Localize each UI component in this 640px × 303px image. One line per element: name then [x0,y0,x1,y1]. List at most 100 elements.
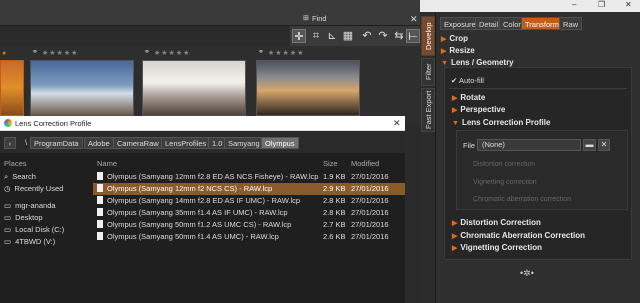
section-crop[interactable]: ▶ Crop [441,34,468,43]
file-row[interactable]: Olympus (Samyang 12mm f2.8 ED AS NCS Fis… [93,171,405,183]
auto-fill-checkbox[interactable]: ✔ Auto-fill [451,76,484,85]
thumbnail-image[interactable] [256,60,360,116]
panel-tabs: Exposure Detail Color Transform Raw [436,14,640,30]
tab-raw[interactable]: Raw [559,17,583,30]
rating-stars[interactable]: ★★★★★ [42,49,78,57]
section-chromatic-aberration-correction[interactable]: ▶ Chromatic Aberration Correction [452,231,585,240]
maximize-button[interactable]: ❐ [598,0,605,10]
column-modified[interactable]: Modified [351,158,379,170]
tab-develop[interactable]: Develop [421,16,435,56]
breadcrumb-samyang[interactable]: Samyang [224,137,264,149]
file-icon [97,184,103,192]
chromatic-correction-option[interactable]: Chromatic aberration correction [473,196,571,203]
minimize-button[interactable]: – [572,0,576,10]
file-row[interactable]: Olympus (Samyang 35mm f1.4 AS IF UMC) - … [93,207,405,219]
top-bar [0,0,420,26]
breadcrumb-root[interactable]: \ [22,137,30,149]
section-lens-geometry[interactable]: ▼ Lens / Geometry [441,58,514,67]
straighten-tool-icon[interactable]: ⊾ [325,29,339,43]
rotate-right-icon[interactable]: ↷ [376,29,390,43]
lens-profile-box: File (None) ▬ ✕ Distortion correction Vi… [456,130,628,210]
clear-profile-button[interactable]: ✕ [598,139,610,151]
collapse-arrow-icon: ▼ [441,60,448,67]
window-controls: – ❐ ✕ [420,0,640,12]
file-row[interactable]: Olympus (Samyang 50mm f1.2 AS UMC CS) - … [93,219,405,231]
profile-file-field[interactable]: (None) [477,139,581,151]
breadcrumb-olympus[interactable]: Olympus [261,137,299,149]
breadcrumb: ‹ \ ProgramData Adobe CameraRaw LensProf… [0,131,405,153]
section-vignetting-correction[interactable]: ▶ Vignetting Correction [452,243,542,252]
section-resize[interactable]: ▶ Resize [441,46,475,55]
section-lens-correction-profile[interactable]: ▼ Lens Correction Profile [452,118,550,127]
file-label: File [463,141,476,150]
place-local-disk[interactable]: ▭ Local Disk (C:) [4,224,64,235]
breadcrumb-back-button[interactable]: ‹ [4,137,16,149]
section-rotate[interactable]: ▶ Rotate [452,93,485,102]
section-distortion-correction[interactable]: ▶ Distortion Correction [452,218,541,227]
tab-exposure[interactable]: Exposure [440,17,480,30]
tab-filter[interactable]: Filter [421,58,435,86]
folder-icon: ▭ [4,201,12,210]
app-logo-icon [4,119,12,127]
grid-tool-icon[interactable]: ▦ [341,29,355,43]
thumbnail-partial[interactable] [0,60,24,116]
rotate-left-icon[interactable]: ↶ [360,29,374,43]
file-row[interactable]: Olympus (Samyang 50mm f1.4 AS UMC) - RAW… [93,231,405,243]
thumbnail-image[interactable] [30,60,134,116]
file-row[interactable]: Olympus (Samyang 14mm f2.8 ED AS IF UMC)… [93,195,405,207]
search-icon: ⌕ [4,172,9,181]
browse-folder-button[interactable]: ▬ [583,139,596,151]
panel-ornament-icon: •✲• [520,268,534,278]
expand-arrow-icon: ▶ [452,95,458,102]
thumbnail-image[interactable] [142,60,246,116]
expand-arrow-icon: ▶ [452,107,458,114]
dialog-close-button[interactable]: ✕ [393,118,401,129]
find-close-button[interactable]: ✕ [410,14,418,25]
file-icon [97,232,103,240]
expand-arrow-icon: ▶ [441,36,447,43]
place-4tbwd[interactable]: ▭ 4TBWD (V:) [4,236,55,247]
breadcrumb-programdata[interactable]: ProgramData [30,137,83,149]
rating-stars[interactable]: ★★★★★ [268,49,304,57]
crosshair-tool-icon[interactable]: ✛ [292,29,306,43]
crop-tool-icon[interactable]: ⌗ [309,29,323,43]
section-perspective[interactable]: ▶ Perspective [452,105,505,114]
breadcrumb-lensprofiles[interactable]: LensProfiles [161,137,211,149]
link-icon: ⚭ [32,49,38,56]
vignetting-correction-option[interactable]: Vignetting correction [473,179,537,186]
column-size[interactable]: Size [323,158,338,170]
flip-icon[interactable]: ⇆ [392,29,406,43]
collapse-arrow-icon: ▼ [452,120,459,127]
distortion-correction-option[interactable]: Distortion correction [473,161,535,168]
folder-icon: ▬ [585,140,594,149]
find-icon: ⊞ [303,15,309,22]
link-icon: ⚭ [144,49,150,56]
panel-toggle-icon[interactable]: ⊢ [406,29,420,43]
place-recently-used[interactable]: ◷ Recently Used [4,183,63,194]
divider [449,88,627,89]
tab-fast-export[interactable]: Fast Export [421,88,435,132]
thumbnail-icons: ● [2,50,7,57]
expand-arrow-icon: ▶ [452,233,458,240]
tab-transform[interactable]: Transform [521,17,563,30]
drive-icon: ▭ [4,225,12,234]
file-icon [97,172,103,180]
rating-stars[interactable]: ★★★★★ [154,49,190,57]
breadcrumb-cameraraw[interactable]: CameraRaw [113,137,163,149]
column-name[interactable]: Name [97,158,117,170]
place-search[interactable]: ⌕ Search [4,171,36,182]
file-row-selected[interactable]: Olympus (Samyang 12mm f2 NCS CS) - RAW.l… [93,183,405,195]
vertical-tab-strip: Develop Filter Fast Export [420,12,436,303]
checkmark-icon: ✔ [451,76,458,85]
expand-arrow-icon: ▶ [452,245,458,252]
place-home[interactable]: ▭ mgr-ananda [4,200,56,211]
clock-icon: ◷ [4,184,11,193]
place-desktop[interactable]: ▭ Desktop [4,212,43,223]
file-icon [97,220,103,228]
breadcrumb-adobe[interactable]: Adobe [84,137,114,149]
close-icon: ✕ [600,140,608,149]
places-header: Places [4,159,27,168]
expand-arrow-icon: ▶ [441,48,447,55]
link-icon: ⚭ [258,49,264,56]
close-window-button[interactable]: ✕ [625,0,632,10]
